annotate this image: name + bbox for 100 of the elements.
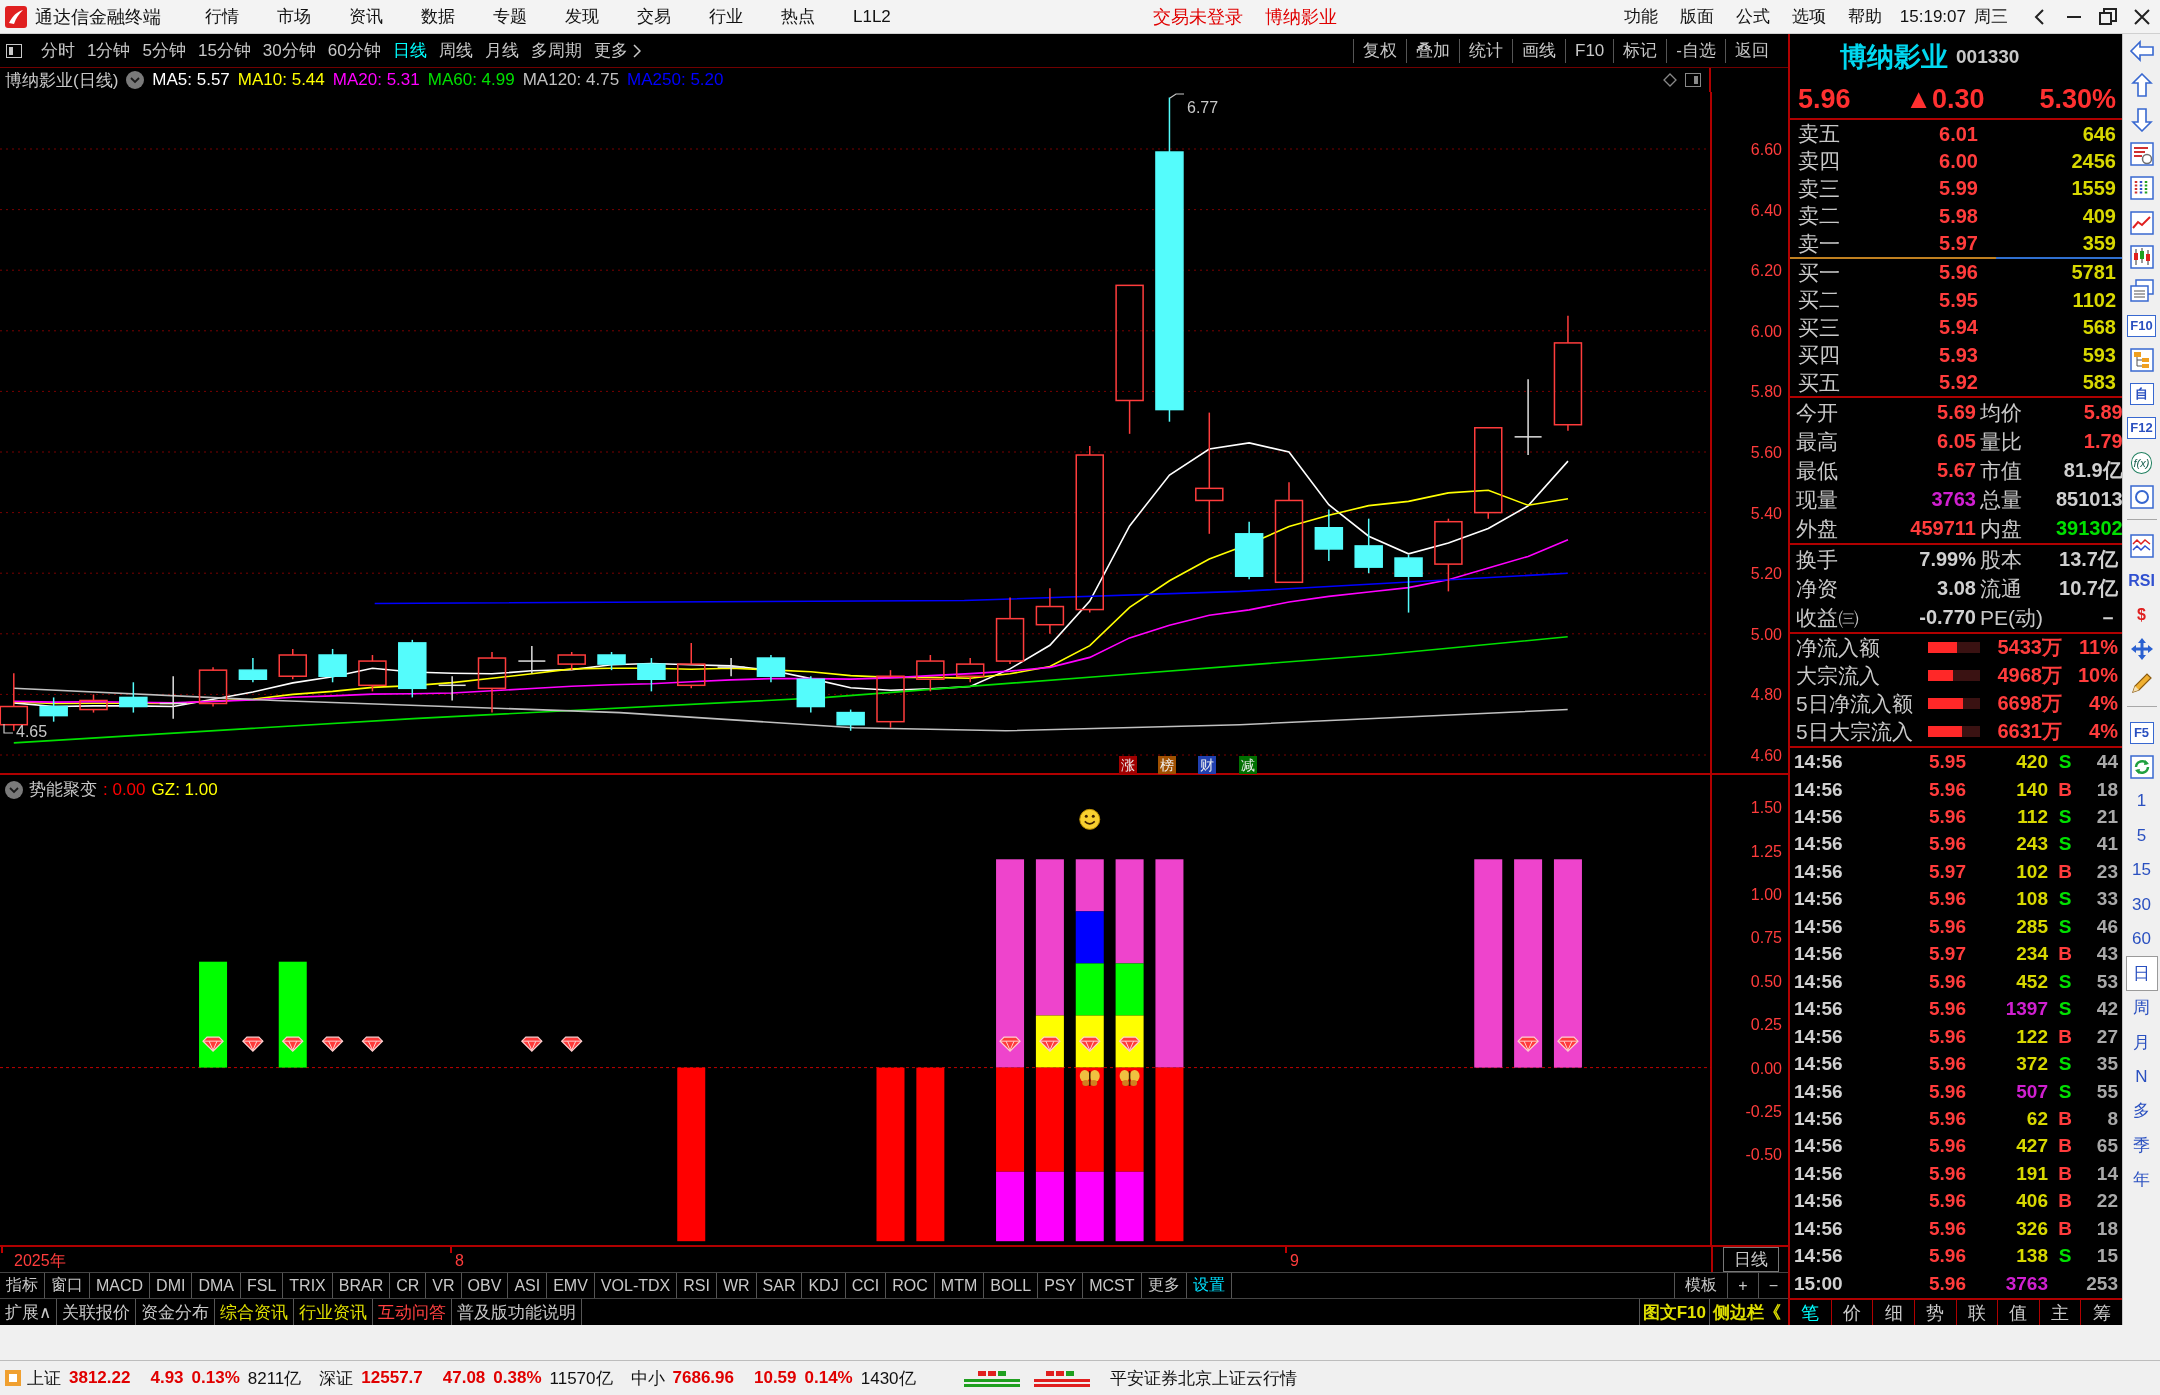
period-tab[interactable]: 30分钟 <box>256 39 322 62</box>
indicator-tab[interactable]: MTM <box>934 1273 985 1298</box>
period-button[interactable]: 日 <box>2125 956 2158 991</box>
toolbar-button[interactable]: 标记 <box>1613 38 1667 63</box>
menu-item[interactable]: 发现 <box>565 5 599 28</box>
chevron-down-circle-icon[interactable] <box>5 780 23 799</box>
windows-icon[interactable] <box>2129 279 2154 304</box>
menu-item[interactable]: 数据 <box>421 5 455 28</box>
indicator-tab[interactable]: 指标 <box>0 1273 45 1298</box>
tree-icon[interactable] <box>2129 347 2154 372</box>
indicator-tab[interactable]: 窗口 <box>45 1273 90 1298</box>
indicator-tab[interactable]: OBV <box>461 1273 509 1298</box>
period-tab[interactable]: 60分钟 <box>321 39 387 62</box>
remove-button[interactable]: − <box>1757 1273 1788 1298</box>
menu-item[interactable]: 市场 <box>277 5 311 28</box>
period-tab[interactable]: 15分钟 <box>191 39 257 62</box>
period-tab[interactable]: 日线 <box>386 39 433 62</box>
menu-item[interactable]: 选项 <box>1791 5 1826 28</box>
period-button[interactable]: 5 <box>2125 818 2158 853</box>
window-icon[interactable] <box>1685 73 1701 87</box>
pencil-icon[interactable] <box>2129 671 2154 696</box>
line-chart-icon[interactable] <box>2129 210 2154 235</box>
toolbar-button[interactable]: -自选 <box>1666 38 1725 63</box>
close-icon[interactable] <box>2132 6 2152 27</box>
quote-tab[interactable]: 筹 <box>2081 1300 2122 1325</box>
tool-button[interactable]: F5 <box>2129 721 2154 744</box>
toolbar-button[interactable]: 叠加 <box>1406 38 1460 63</box>
add-button[interactable]: + <box>1727 1273 1758 1298</box>
left-arrow-icon[interactable] <box>2129 39 2154 64</box>
tool-button[interactable]: F10 <box>2127 314 2156 337</box>
indicator-tab[interactable]: DMA <box>192 1273 241 1298</box>
indicator-tab[interactable]: EMV <box>547 1273 595 1298</box>
candlestick-icon[interactable] <box>2129 244 2154 269</box>
period-button[interactable]: 多 <box>2125 1093 2158 1129</box>
menu-item[interactable]: 热点 <box>781 5 815 28</box>
toolbar-button[interactable]: 复权 <box>1353 38 1407 63</box>
menu-item[interactable]: 功能 <box>1623 5 1658 28</box>
indicator-tab[interactable]: ROC <box>886 1273 935 1298</box>
template-button[interactable]: 模板 <box>1674 1273 1728 1298</box>
refresh-icon[interactable] <box>2129 755 2154 780</box>
table-icon[interactable] <box>2129 176 2154 201</box>
indicator-tab[interactable]: FSL <box>241 1273 284 1298</box>
indicator-tab[interactable]: 更多 <box>1141 1273 1187 1298</box>
menu-item[interactable]: 公式 <box>1735 5 1770 28</box>
menu-item[interactable]: 资讯 <box>349 5 383 28</box>
indicator-tab[interactable]: BOLL <box>984 1273 1039 1298</box>
toolbar-button[interactable]: 返回 <box>1725 38 1778 63</box>
period-tab[interactable]: 多周期 <box>524 39 588 62</box>
tool-button[interactable]: RSI <box>2128 571 2155 590</box>
menu-item[interactable]: L1L2 <box>853 5 891 28</box>
indicator-tab[interactable]: CR <box>390 1273 427 1298</box>
period-button[interactable]: 1 <box>2125 784 2158 819</box>
panel-icon[interactable] <box>6 43 22 58</box>
indicator-tab[interactable]: ASI <box>508 1273 548 1298</box>
event-tag[interactable]: 涨 <box>1119 756 1137 774</box>
indicator-tab[interactable]: MCST <box>1083 1273 1142 1298</box>
indicator-tab[interactable]: KDJ <box>802 1273 846 1298</box>
period-tab[interactable]: 分时 <box>35 39 81 62</box>
menu-item[interactable]: 交易 <box>637 5 671 28</box>
period-button[interactable]: N <box>2125 1059 2158 1094</box>
event-tag[interactable]: 减 <box>1239 756 1257 774</box>
period-button[interactable]: 月 <box>2125 1024 2158 1060</box>
indicator-tab[interactable]: MACD <box>90 1273 151 1298</box>
menu-item[interactable]: 帮助 <box>1847 5 1882 28</box>
indicator-tab[interactable]: DMI <box>150 1273 193 1298</box>
toolbar-button[interactable]: F10 <box>1565 38 1614 63</box>
tool-button[interactable]: $ <box>2137 605 2146 624</box>
period-button[interactable]: 周 <box>2125 990 2158 1025</box>
move-icon[interactable] <box>2129 637 2154 662</box>
event-tag[interactable]: 榜 <box>1158 756 1176 774</box>
period-tab[interactable]: 月线 <box>478 39 525 62</box>
indicator-tab[interactable]: BRAR <box>332 1273 391 1298</box>
indicator-tab[interactable]: VOL-TDX <box>594 1273 678 1298</box>
period-tab[interactable]: 周线 <box>432 39 479 62</box>
menu-item[interactable]: 专题 <box>493 5 527 28</box>
indicator-tab[interactable]: RSI <box>677 1273 717 1298</box>
tool-button[interactable]: f(x) <box>2130 451 2153 474</box>
menu-item[interactable]: 行情 <box>205 5 239 28</box>
indicator-tab[interactable]: PSY <box>1038 1273 1084 1298</box>
period-tab[interactable]: 1分钟 <box>81 39 137 62</box>
report-icon[interactable] <box>2129 142 2154 167</box>
indicator-tab[interactable]: WR <box>716 1273 757 1298</box>
toolbar-button[interactable]: 统计 <box>1459 38 1513 63</box>
indicator-tab[interactable]: CCI <box>845 1273 887 1298</box>
more-button[interactable]: 更多 <box>587 39 647 62</box>
toolbar-button[interactable]: 画线 <box>1512 38 1566 63</box>
tool-button[interactable]: 自 <box>2129 383 2154 406</box>
period-button[interactable]: 15 <box>2125 853 2158 888</box>
menu-item[interactable]: 版面 <box>1679 5 1714 28</box>
period-button[interactable]: 60 <box>2125 921 2158 957</box>
indicator-tab[interactable]: VR <box>426 1273 462 1298</box>
period-button[interactable]: 年 <box>2125 1162 2158 1197</box>
period-button[interactable]: 30 <box>2125 887 2158 922</box>
chevron-down-circle-icon[interactable] <box>126 71 145 89</box>
diamond-icon[interactable] <box>1663 73 1677 87</box>
event-tag[interactable]: 财 <box>1198 756 1216 774</box>
restore-icon[interactable] <box>2098 6 2118 27</box>
period-tab[interactable]: 5分钟 <box>136 39 192 62</box>
indicator-tab[interactable]: TRIX <box>283 1273 333 1298</box>
wave-chart-icon[interactable] <box>2129 534 2154 559</box>
